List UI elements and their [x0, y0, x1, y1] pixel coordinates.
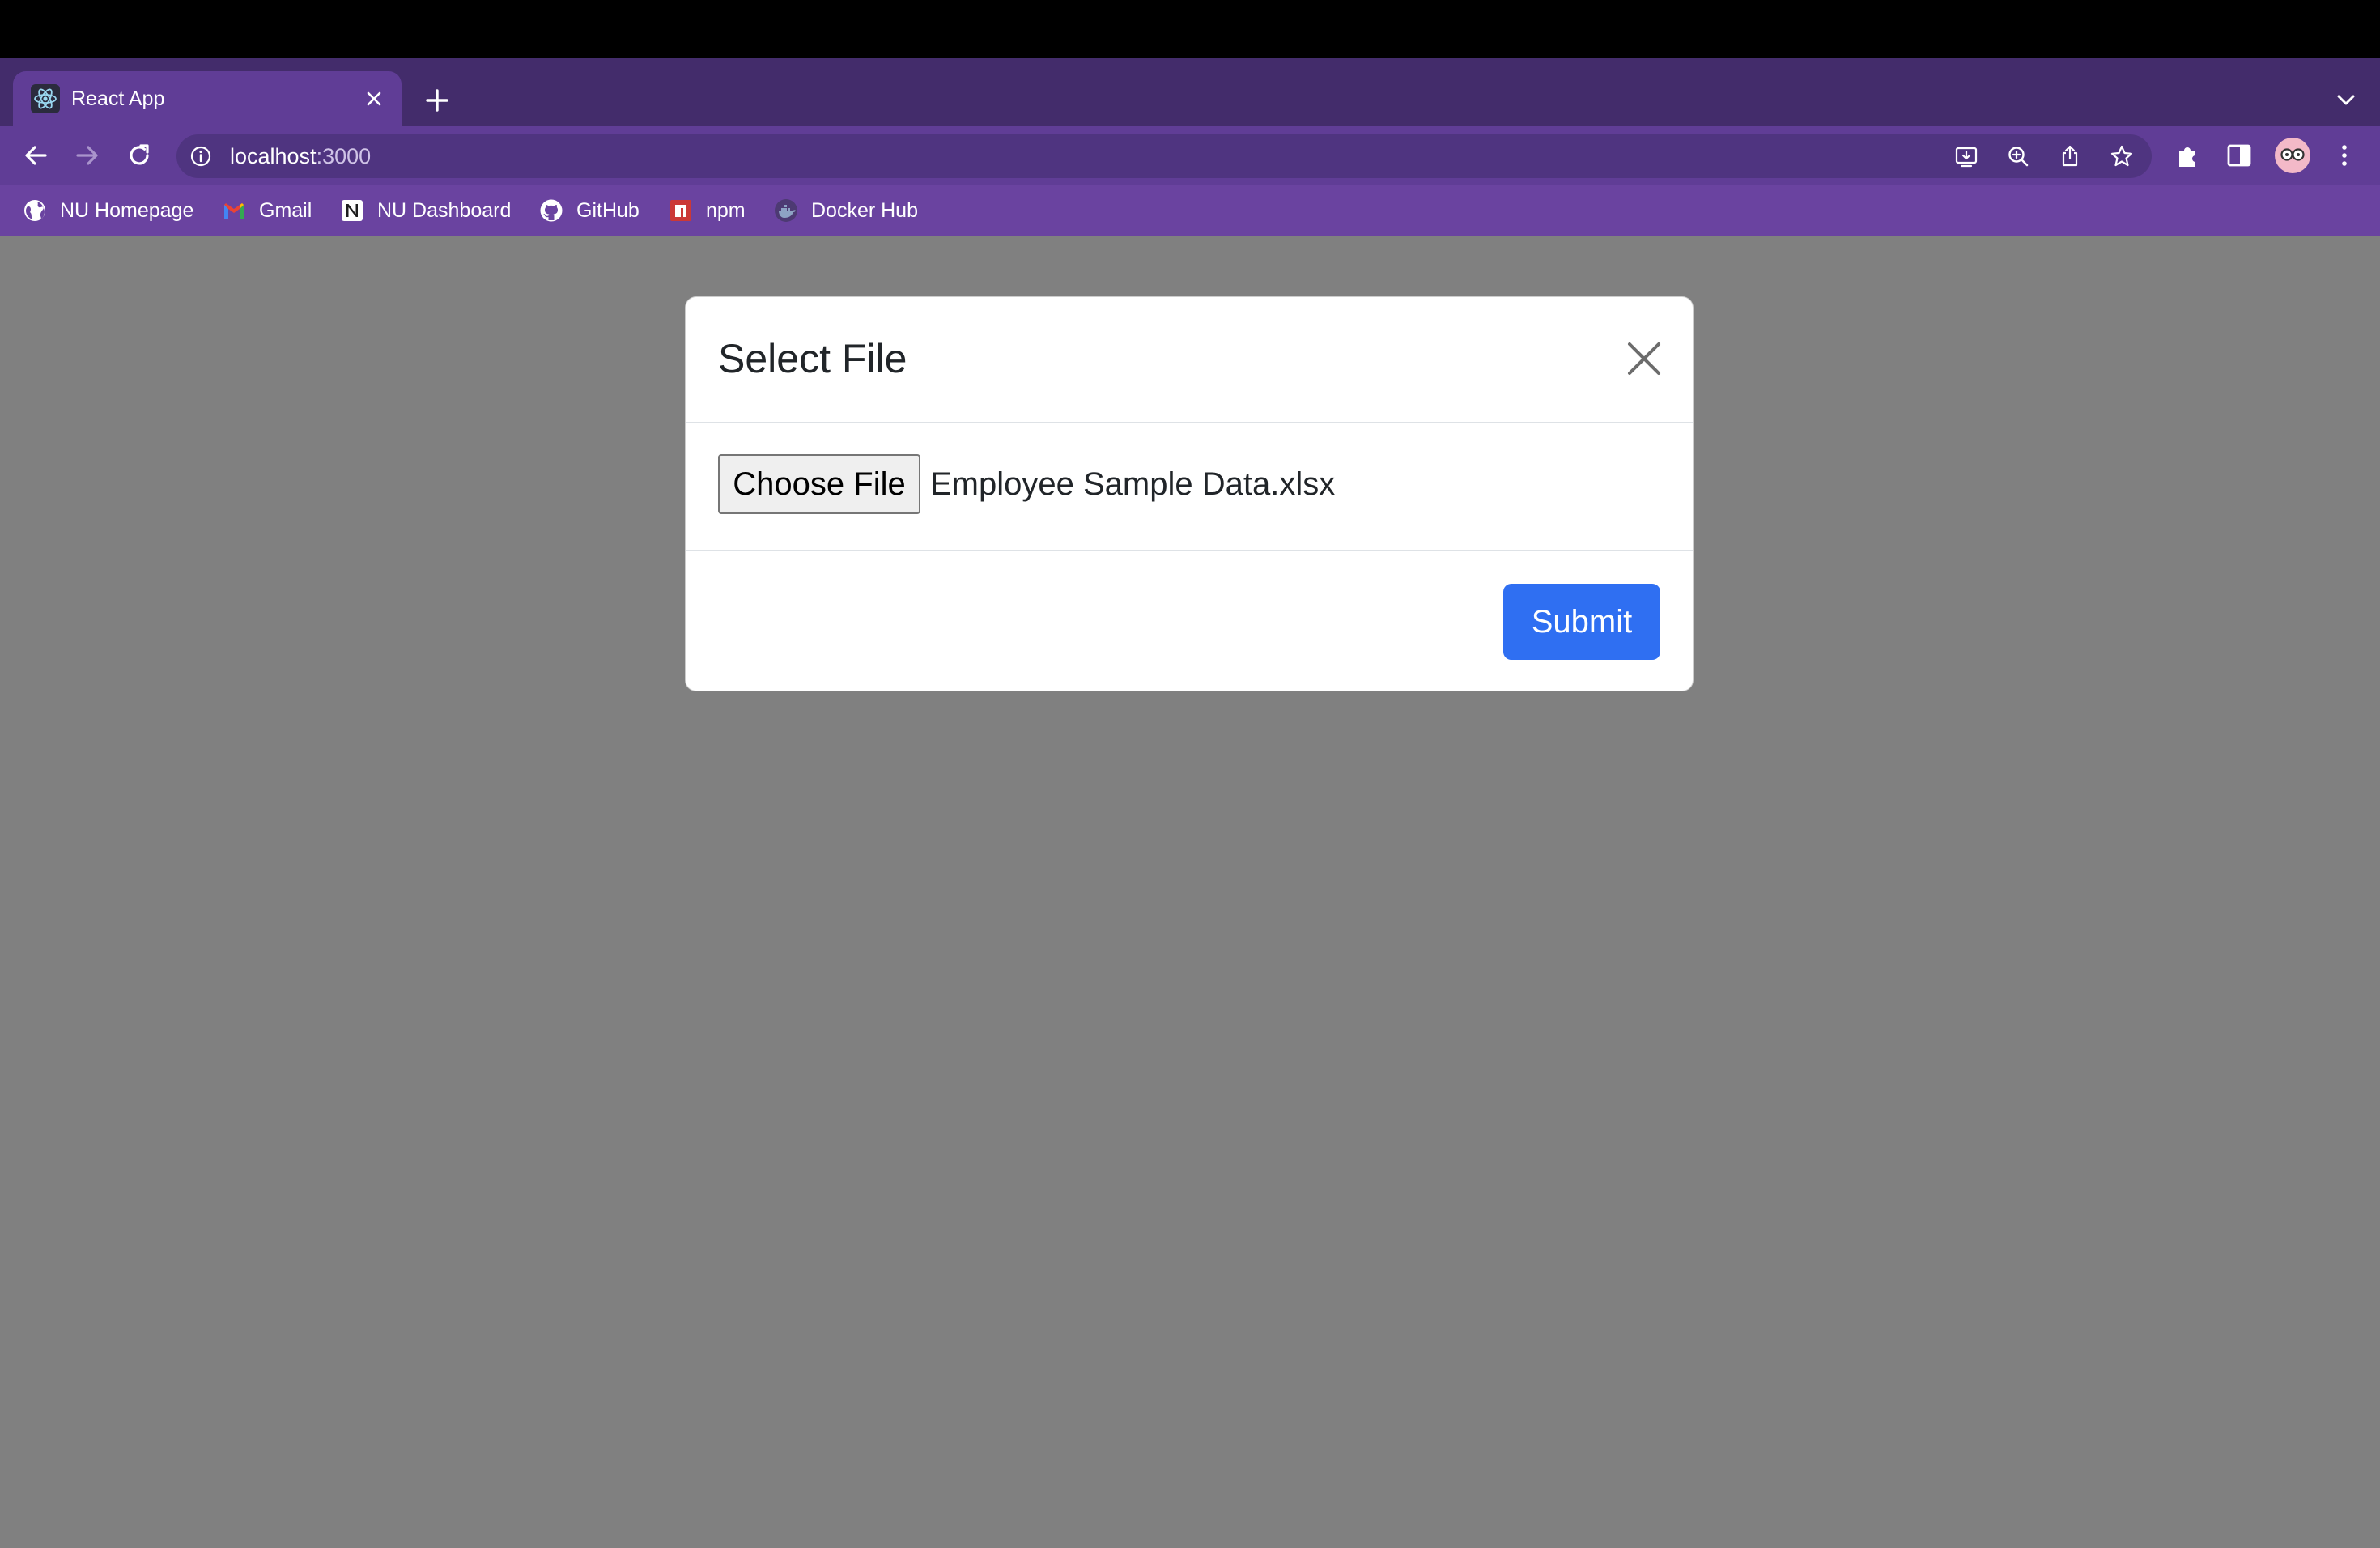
share-icon[interactable] [2058, 144, 2082, 168]
extensions-puzzle-icon[interactable] [2173, 141, 2202, 170]
tab-strip: React App [0, 58, 2380, 126]
tab-title: React App [71, 87, 165, 110]
choose-file-button[interactable]: Choose File [718, 454, 920, 514]
selected-file-name: Employee Sample Data.xlsx [930, 466, 1336, 502]
tab-react-app[interactable]: React App [13, 71, 402, 126]
bookmark-label: GitHub [576, 198, 640, 222]
url-host: localhost [230, 144, 317, 168]
docker-icon [775, 199, 797, 222]
screen-top-bar [0, 0, 2380, 58]
info-icon[interactable] [189, 145, 212, 168]
bookmark-npm[interactable]: npm [669, 193, 746, 228]
side-panel-icon[interactable] [2225, 141, 2254, 170]
modal-header: Select File [686, 297, 1693, 423]
profile-avatar[interactable] [2275, 138, 2310, 173]
address-bar[interactable]: localhost:3000 [176, 134, 2152, 178]
close-icon[interactable] [1625, 339, 1664, 378]
modal-footer: Submit [686, 550, 1693, 692]
bookmark-label: NU Homepage [60, 198, 194, 222]
npm-icon [670, 200, 691, 221]
gmail-icon [224, 203, 244, 219]
bookmarks-bar: NU Homepage Gmail NU Dashboard GitHub np… [0, 185, 2380, 236]
new-tab-plus-icon[interactable] [421, 84, 453, 117]
bookmark-label: Gmail [259, 198, 312, 222]
react-icon [31, 84, 60, 113]
bookmark-nu-dashboard[interactable]: NU Dashboard [340, 193, 511, 228]
url-port: :3000 [316, 144, 372, 168]
url-text[interactable]: localhost:3000 [230, 134, 371, 178]
bookmark-gmail[interactable]: Gmail [222, 193, 312, 228]
glasses-avatar-icon [2280, 148, 2305, 161]
back-arrow-icon[interactable] [19, 139, 52, 172]
bookmark-label: NU Dashboard [377, 198, 512, 222]
star-icon[interactable] [2110, 144, 2134, 168]
browser-toolbar: localhost:3000 [0, 126, 2380, 185]
bookmark-github[interactable]: GitHub [539, 193, 640, 228]
submit-button[interactable]: Submit [1503, 584, 1660, 660]
select-file-modal: Select File Choose File Employee Sample … [685, 296, 1694, 691]
install-app-icon[interactable] [1954, 144, 1978, 168]
forward-arrow-icon[interactable] [71, 139, 104, 172]
zoom-icon[interactable] [2006, 144, 2030, 168]
chevron-down-icon[interactable] [2331, 86, 2361, 115]
close-tab-icon[interactable] [361, 86, 387, 112]
globe-icon [24, 200, 45, 221]
bookmark-label: Docker Hub [811, 198, 918, 222]
bookmark-label: npm [706, 198, 746, 222]
bookmark-nu-homepage[interactable]: NU Homepage [23, 193, 193, 228]
github-icon [540, 199, 563, 222]
modal-title: Select File [718, 336, 907, 381]
bookmark-docker-hub[interactable]: Docker Hub [774, 193, 918, 228]
more-vertical-icon[interactable] [2330, 141, 2359, 170]
notion-icon [342, 200, 363, 221]
reload-icon[interactable] [123, 139, 155, 172]
